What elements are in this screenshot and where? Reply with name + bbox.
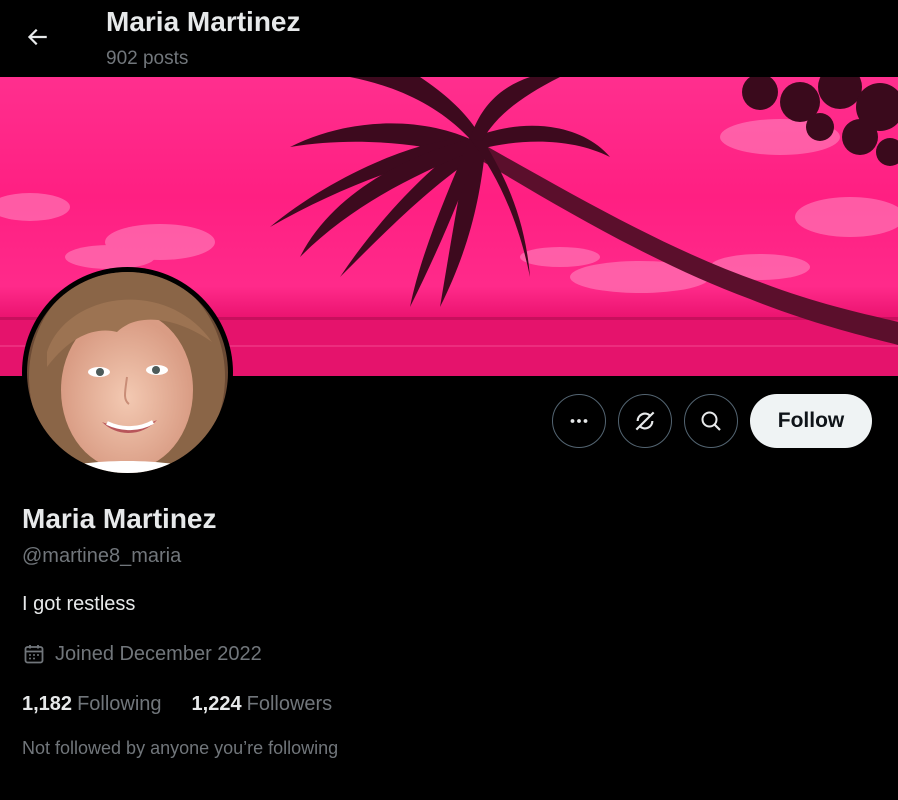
profile-bio: I got restless (22, 593, 136, 615)
profile-avatar[interactable] (22, 267, 233, 478)
post-count: 902 posts (106, 48, 189, 69)
joined-date: Joined December 2022 (22, 642, 262, 666)
more-horizontal-icon (567, 409, 591, 433)
grok-button[interactable] (618, 394, 672, 448)
more-options-button[interactable] (552, 394, 606, 448)
mutual-followers-text: Not followed by anyone you’re following (22, 738, 339, 758)
profile-handle: @martine8_maria (22, 545, 182, 567)
display-name: Maria Martinez (22, 503, 217, 534)
followers-link[interactable]: 1,224 Followers (192, 693, 333, 716)
profile-header-bar: Maria Martinez 902 posts (0, 0, 898, 77)
following-count: 1,182 (22, 693, 73, 715)
header-title: Maria Martinez (106, 6, 301, 37)
followers-label: Followers (246, 693, 333, 715)
joined-text: Joined December 2022 (55, 642, 262, 665)
search-profile-button[interactable] (684, 394, 738, 448)
followers-count: 1,224 (191, 693, 242, 715)
follow-stats: 1,182 Following 1,224 Followers (22, 693, 362, 716)
avatar-photo (27, 272, 228, 473)
arrow-left-icon (24, 24, 50, 50)
following-link[interactable]: 1,182 Following (22, 693, 162, 716)
follow-button[interactable]: Follow (750, 394, 872, 448)
search-icon (699, 409, 723, 433)
following-label: Following (77, 693, 162, 715)
calendar-icon (22, 642, 46, 666)
back-button[interactable] (18, 18, 56, 56)
grok-icon (632, 408, 658, 434)
